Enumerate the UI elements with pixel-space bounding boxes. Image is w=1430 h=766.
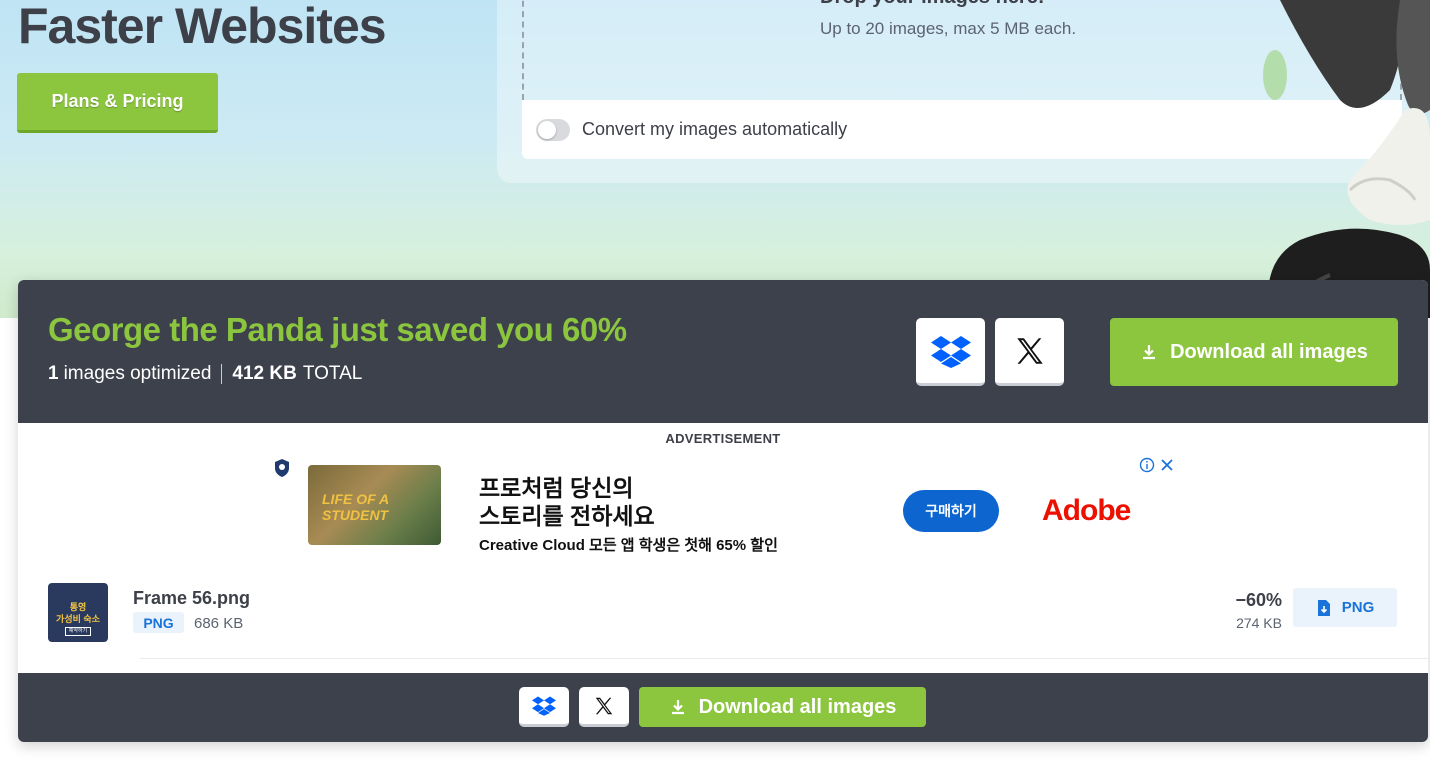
download-png-button[interactable]: PNG bbox=[1293, 588, 1397, 627]
file-thumbnail: 통영 가성비 숙소 예약하기 bbox=[48, 583, 108, 642]
ad-headline: 프로처럼 당신의 스토리를 전하세요 bbox=[479, 474, 655, 530]
ad-info-icon[interactable] bbox=[1139, 457, 1155, 473]
ad-subline: Creative Cloud 모든 앱 학생은 첫해 65% 할인 bbox=[479, 537, 778, 554]
ad-headline-line2: 스토리를 전하세요 bbox=[479, 503, 655, 529]
total-size: 412 KB bbox=[232, 363, 297, 384]
download-icon bbox=[1140, 343, 1158, 361]
images-count: 1 bbox=[48, 363, 59, 384]
panda-mascot-image bbox=[1263, 0, 1430, 318]
file-row: 통영 가성비 숙소 예약하기 Frame 56.png PNG 686 KB −… bbox=[18, 575, 1428, 657]
ad-controls bbox=[1139, 457, 1175, 473]
images-label: images optimized bbox=[63, 363, 212, 384]
hero-section: Faster Websites Plans & Pricing Drop you… bbox=[0, 0, 1430, 318]
ad-close-icon[interactable] bbox=[1159, 457, 1175, 473]
results-footer: Download all images bbox=[18, 673, 1428, 742]
dropbox-icon bbox=[930, 335, 971, 368]
convert-label: Convert my images automatically bbox=[582, 119, 848, 139]
saving-percent: −60% bbox=[1235, 590, 1282, 610]
footer-download-all-label: Download all images bbox=[698, 695, 897, 718]
optimized-size: 274 KB bbox=[1236, 615, 1282, 631]
file-type-badge: PNG bbox=[133, 612, 184, 633]
results-panel: George the Panda just saved you 60% 1 im… bbox=[18, 280, 1428, 742]
savings-headline: George the Panda just saved you 60% bbox=[48, 311, 627, 348]
plans-pricing-button[interactable]: Plans & Pricing bbox=[17, 73, 218, 133]
footer-x-share-button[interactable] bbox=[579, 687, 629, 727]
ad-shield-icon bbox=[275, 459, 289, 477]
dropbox-button[interactable] bbox=[916, 318, 985, 386]
footer-download-all-button[interactable]: Download all images bbox=[639, 687, 926, 727]
drop-title: Drop your images here! bbox=[820, 0, 1045, 9]
results-header: George the Panda just saved you 60% 1 im… bbox=[18, 280, 1428, 423]
x-logo-icon bbox=[595, 697, 613, 714]
stats-divider bbox=[221, 364, 223, 384]
file-name: Frame 56.png bbox=[133, 588, 251, 608]
ad-thumb-text: LIFE OF A STUDENT bbox=[322, 491, 389, 523]
convert-toggle[interactable] bbox=[536, 119, 570, 141]
download-all-button[interactable]: Download all images bbox=[1110, 318, 1398, 386]
ad-buy-button[interactable]: 구매하기 bbox=[903, 490, 999, 532]
x-logo-icon bbox=[1016, 337, 1043, 364]
row-divider bbox=[140, 658, 1428, 659]
thumb-line2: 가성비 숙소 bbox=[56, 614, 100, 624]
dropbox-icon bbox=[532, 696, 556, 716]
original-size: 686 KB bbox=[194, 615, 244, 632]
thumb-line3: 예약하기 bbox=[65, 627, 91, 636]
ad-label: ADVERTISEMENT bbox=[665, 431, 781, 446]
drop-subtitle: Up to 20 images, max 5 MB each. bbox=[820, 19, 1077, 38]
hero-title: Faster Websites bbox=[18, 0, 387, 54]
ad-headline-line1: 프로처럼 당신의 bbox=[479, 475, 634, 501]
summary-stats: 1 images optimized 412 KB TOTAL bbox=[48, 363, 362, 385]
footer-dropbox-button[interactable] bbox=[519, 687, 569, 727]
download-icon bbox=[669, 698, 687, 716]
total-label: TOTAL bbox=[302, 363, 363, 384]
x-share-button[interactable] bbox=[995, 318, 1064, 386]
download-png-label: PNG bbox=[1341, 599, 1375, 616]
file-download-icon bbox=[1317, 599, 1330, 616]
download-all-label: Download all images bbox=[1170, 340, 1368, 363]
ad-thumbnail-image[interactable]: LIFE OF A STUDENT bbox=[308, 465, 441, 545]
ad-brand-logo[interactable]: Adobe bbox=[1042, 494, 1131, 528]
